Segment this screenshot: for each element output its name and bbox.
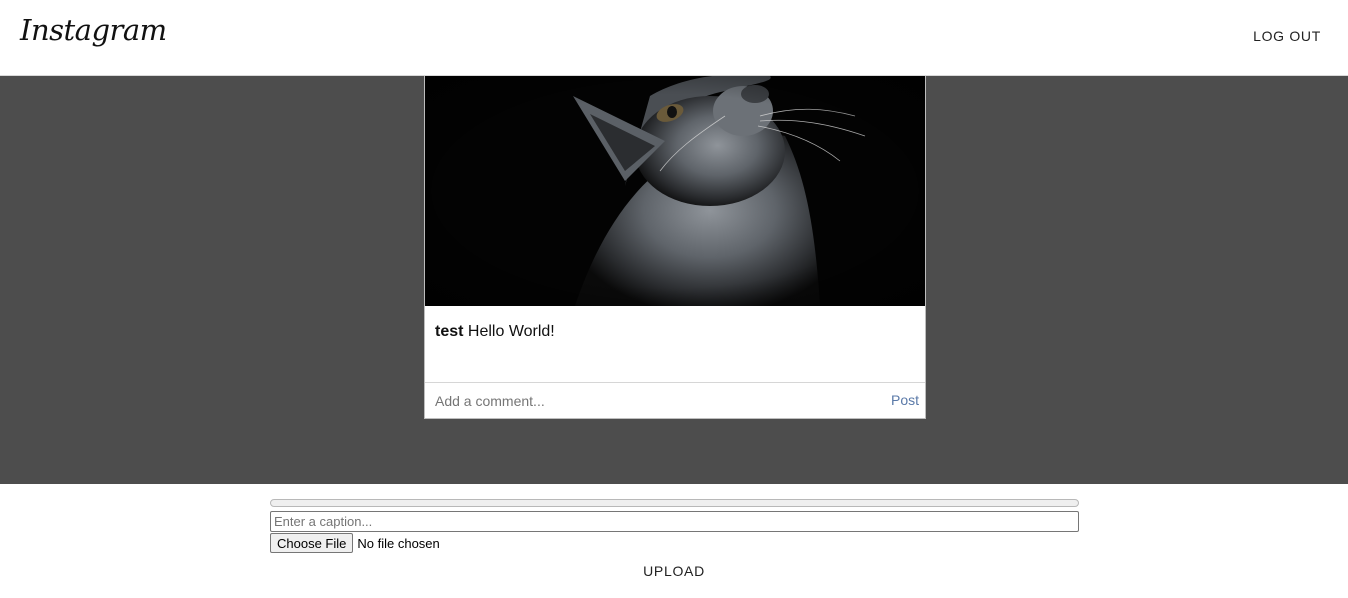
post-card: test Hello World! Post (424, 76, 926, 419)
comment-input[interactable] (435, 390, 855, 412)
comment-row: Post (425, 382, 925, 418)
logout-button[interactable]: LOG OUT (1253, 28, 1321, 44)
feed: test Hello World! Post (0, 76, 1348, 484)
file-status: No file chosen (357, 535, 440, 551)
upload-button[interactable]: UPLOAD (0, 563, 1348, 579)
post-comment-button[interactable]: Post (891, 392, 919, 408)
post-caption: test Hello World! (435, 323, 555, 341)
file-picker: Choose File No file chosen (270, 533, 440, 553)
kitten-photo (425, 76, 925, 306)
upload-progress-bar (270, 499, 1079, 507)
upload-panel: Choose File No file chosen UPLOAD (0, 484, 1348, 598)
choose-file-button[interactable]: Choose File (270, 533, 354, 553)
app-header: Instagram LOG OUT (0, 0, 1348, 76)
post-username[interactable]: test (435, 323, 463, 340)
post-image (425, 76, 925, 306)
post-caption-text: Hello World! (467, 323, 555, 340)
instagram-logo[interactable]: Instagram (20, 13, 167, 47)
caption-input[interactable] (270, 511, 1079, 532)
